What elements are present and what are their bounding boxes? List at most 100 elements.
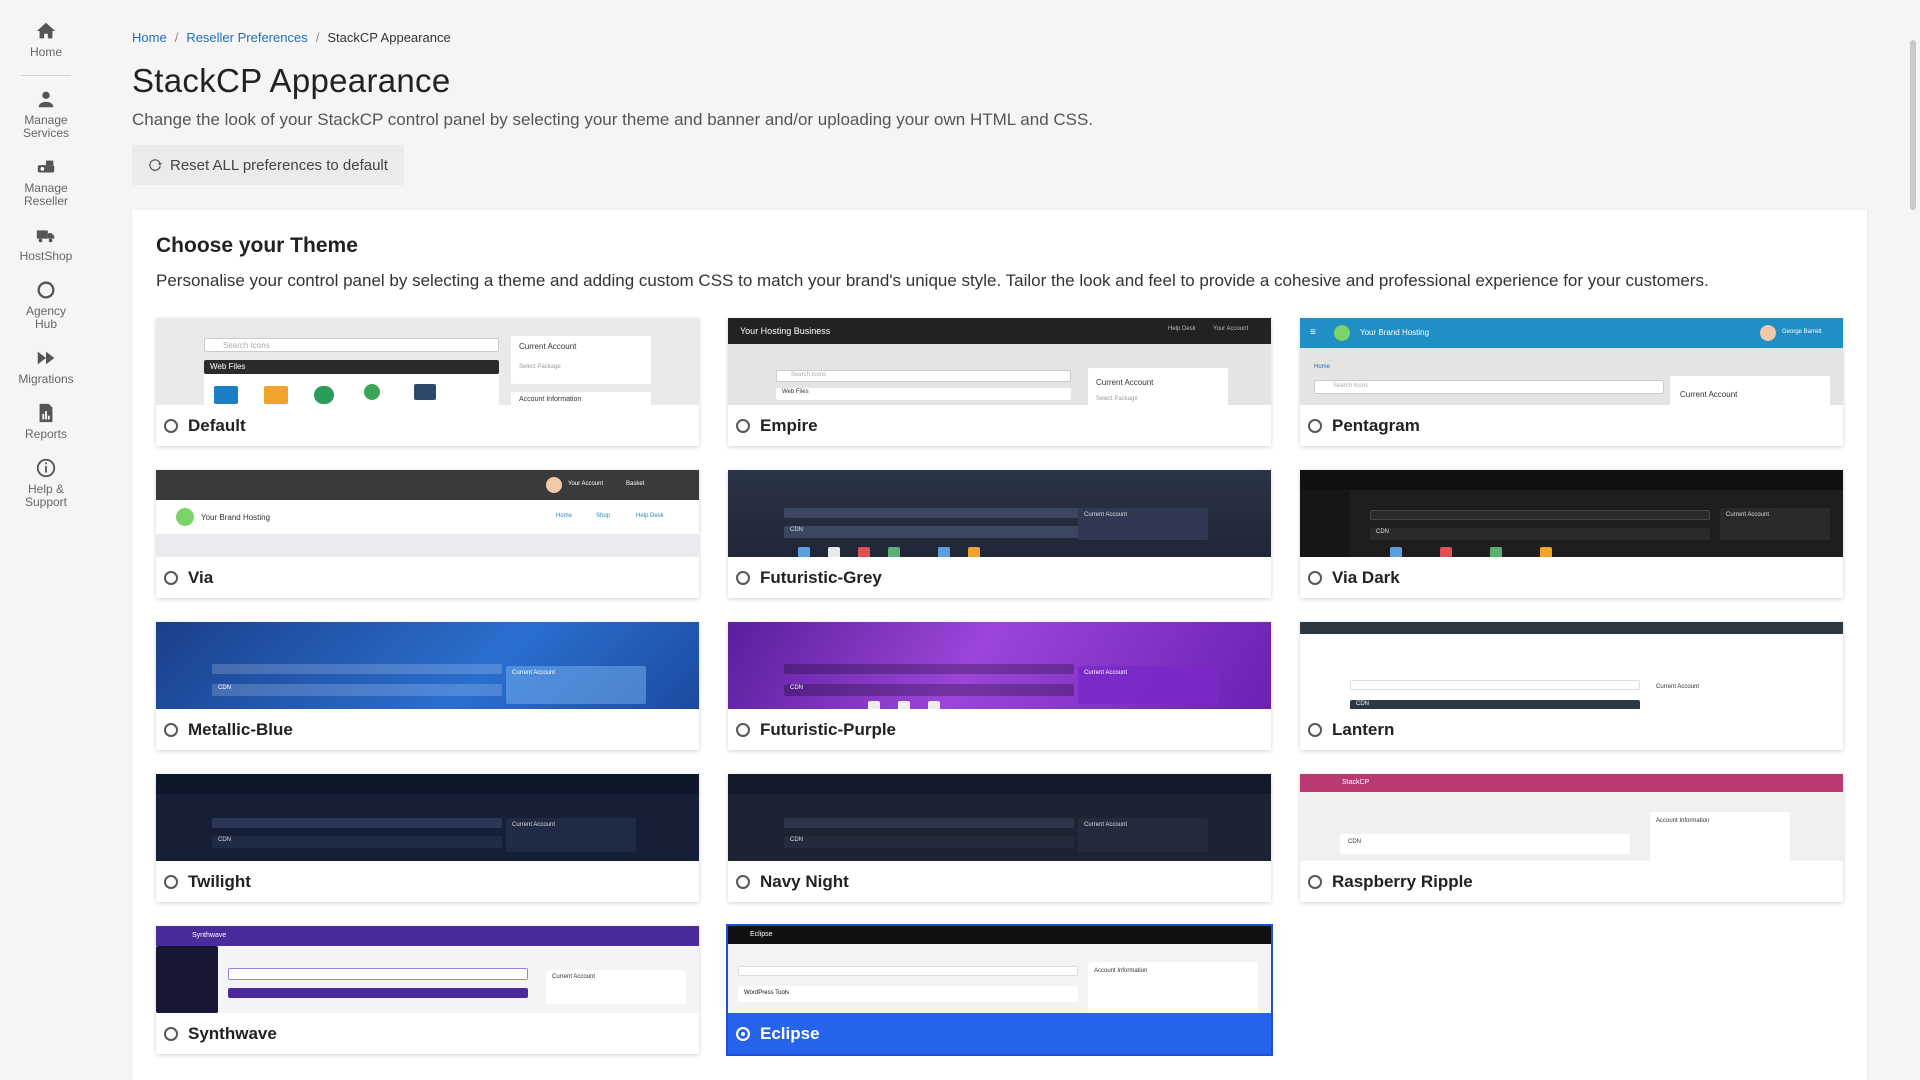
theme-radio[interactable] [1308, 874, 1322, 889]
preview-text: Current Account [1084, 512, 1128, 518]
theme-radio[interactable] [164, 1026, 178, 1041]
theme-option-navy-night[interactable]: CDN Current Account Navy Night [728, 774, 1271, 902]
preview-text: Current Account [1084, 670, 1128, 676]
plant-icon [364, 384, 380, 400]
theme-option-metallic-blue[interactable]: CDN Current Account Metallic-Blue [156, 622, 699, 750]
theme-preview: CDN Current Account [728, 470, 1271, 557]
theme-option-lantern[interactable]: CDN Current Account Lantern [1300, 622, 1843, 750]
theme-radio[interactable] [1308, 418, 1322, 433]
home-icon [36, 22, 56, 39]
preview-text: Web Files [210, 362, 246, 371]
sidebar-item-hostshop[interactable]: HostShop [0, 224, 92, 263]
preview-text: Web Files [782, 389, 809, 395]
sidebar-item-label: Manage Reseller [23, 181, 68, 208]
theme-radio[interactable] [736, 874, 750, 889]
preview-text: Search Icons [223, 341, 270, 350]
reset-preferences-button[interactable]: Reset ALL preferences to default [132, 145, 404, 185]
theme-option-empire[interactable]: Your Hosting Business Help Desk Your Acc… [728, 318, 1271, 446]
preview-account-box: Current Account [506, 818, 636, 852]
theme-radio[interactable] [736, 1026, 750, 1041]
theme-option-default[interactable]: Search Icons Web Files Current Account Se… [156, 318, 699, 446]
theme-option-synthwave[interactable]: Synthwave Current Account Synthwave [156, 926, 699, 1054]
preview-text: StackCP [1342, 779, 1370, 786]
theme-radio[interactable] [164, 570, 178, 585]
preview-text: CDN [1356, 701, 1369, 707]
page-scrollbar[interactable] [1910, 40, 1916, 210]
breadcrumb-home-link[interactable]: Home [132, 30, 167, 45]
preview-sidebar [156, 946, 218, 1013]
theme-option-raspberry-ripple[interactable]: StackCP CDN Account Information Raspberr… [1300, 774, 1843, 902]
theme-name: Via [188, 567, 214, 587]
sync-icon [314, 386, 334, 404]
sidebar-item-help-support[interactable]: Help & Support [16, 457, 76, 509]
theme-label-row: Navy Night [728, 861, 1271, 902]
preview-topbar: Your Account Basket [156, 470, 699, 500]
preview-text: CDN [790, 527, 803, 533]
preview-icon [868, 701, 880, 709]
sidebar-item-home[interactable]: Home [0, 20, 92, 59]
theme-name: Via Dark [1332, 567, 1400, 587]
preview-account-box: Current Account Select Package [511, 336, 651, 384]
preview-text: Current Account [1726, 512, 1770, 518]
sidebar-item-reports[interactable]: Reports [0, 402, 92, 441]
theme-option-twilight[interactable]: CDN Current Account Twilight [156, 774, 699, 902]
theme-option-futuristic-purple[interactable]: CDN Current Account Futuristic-Purple [728, 622, 1271, 750]
theme-label-row: Twilight [156, 861, 699, 902]
theme-radio[interactable] [164, 418, 178, 433]
preview-topbar [156, 774, 699, 794]
theme-option-eclipse[interactable]: Eclipse WordPress Tools Account Informat… [728, 926, 1271, 1054]
sidebar-item-agency-hub[interactable]: Agency Hub [16, 279, 76, 331]
sidebar-item-manage-services[interactable]: Manage Services [11, 88, 81, 140]
brand-logo [176, 508, 194, 526]
preview-search-box [1370, 510, 1710, 520]
preview-topbar [1300, 622, 1843, 634]
preview-text: WordPress Tools [744, 990, 790, 996]
theme-option-futuristic-grey[interactable]: CDN Current Account Futuristic-Grey [728, 470, 1271, 598]
theme-option-pentagram[interactable]: ≡ Your Brand Hosting George Barrett Home… [1300, 318, 1843, 446]
theme-preview: Your Account Basket Your Brand Hosting H… [156, 470, 699, 557]
theme-name: Futuristic-Grey [760, 567, 882, 587]
theme-radio[interactable] [164, 874, 178, 889]
theme-name: Empire [760, 415, 818, 435]
preview-text: Your Brand Hosting [1360, 328, 1430, 337]
preview-sidebar [1300, 490, 1350, 557]
preview-info-box: Account Information [511, 392, 651, 405]
circle-icon [37, 281, 55, 299]
preview-icon [928, 701, 940, 709]
theme-radio[interactable] [736, 722, 750, 737]
theme-option-via[interactable]: Your Account Basket Your Brand Hosting H… [156, 470, 699, 598]
preview-info-box: Account Information [1088, 962, 1258, 1013]
preview-search-box [738, 966, 1078, 976]
theme-radio[interactable] [164, 722, 178, 737]
preview-icon [968, 547, 980, 557]
preview-text: CDN [218, 837, 231, 843]
breadcrumb-reseller-preferences-link[interactable]: Reseller Preferences [186, 30, 307, 45]
theme-radio[interactable] [736, 418, 750, 433]
refresh-icon [149, 159, 162, 171]
theme-option-via-dark[interactable]: CDN Current Account Via Dark [1300, 470, 1843, 598]
theme-label-row: Pentagram [1300, 405, 1843, 446]
theme-label-row: Lantern [1300, 709, 1843, 750]
theme-radio[interactable] [1308, 570, 1322, 585]
reseller-icon [37, 160, 55, 173]
preview-header-bar: Web Files [204, 360, 499, 374]
preview-header-bar: WordPress Tools [738, 986, 1078, 1002]
preview-text: Synthwave [192, 932, 227, 939]
theme-card-description: Personalise your control panel by select… [156, 271, 1709, 290]
theme-radio[interactable] [736, 570, 750, 585]
theme-preview: CDN Current Account [1300, 622, 1843, 709]
theme-preview: CDN Current Account [728, 774, 1271, 861]
theme-label-row: Futuristic-Grey [728, 557, 1271, 598]
breadcrumb: Home / Reseller Preferences / StackCP Ap… [132, 30, 451, 45]
preview-text: CDN [1348, 839, 1361, 845]
preview-icon [1390, 547, 1402, 557]
preview-text: Your Account [1213, 326, 1249, 332]
ftp-icon [264, 386, 288, 404]
theme-radio[interactable] [1308, 722, 1322, 737]
preview-search-box [1350, 680, 1640, 690]
preview-text: Eclipse [750, 931, 773, 938]
preview-account-box: Current Account [1670, 376, 1830, 405]
sidebar-item-manage-reseller[interactable]: Manage Reseller [11, 156, 81, 208]
sidebar-item-migrations[interactable]: Migrations [0, 347, 92, 386]
preview-search-box: Search Icons [776, 370, 1071, 382]
